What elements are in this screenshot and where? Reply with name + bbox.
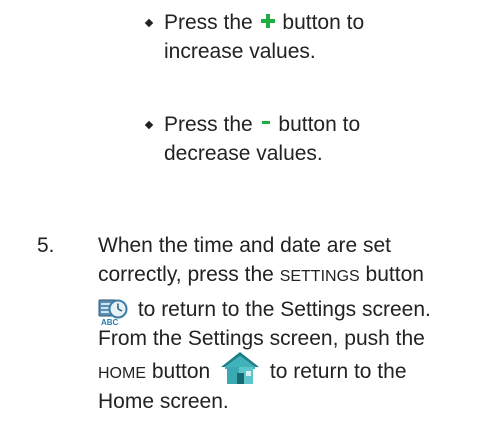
settings-button-label: SETTINGS [279, 268, 360, 285]
step-line-2-post: button [365, 263, 424, 286]
bullet-text: Press the button to decrease values. [164, 110, 484, 168]
home-icon [220, 351, 260, 385]
step-line-5-mid: button [151, 360, 211, 383]
step-line-2: correctly, press the SETTINGS button [98, 260, 492, 291]
step-line-4: From the Settings screen, push the [98, 327, 425, 350]
step-body: When the time and date are set correctly… [98, 231, 492, 416]
bullet-before-text: Press the [164, 11, 253, 34]
step-line-2-pre: correctly, press the [98, 263, 274, 286]
bullet-after-text: button to [282, 11, 365, 34]
bullet-diamond-icon [144, 120, 154, 130]
bullet-line2-text: increase values. [164, 40, 316, 63]
bullet-after-text: button to [278, 113, 361, 136]
step-line-1: When the time and date are set [98, 234, 392, 257]
bullet-before-text: Press the [164, 113, 253, 136]
bullet-line2-text: decrease values. [164, 142, 323, 165]
bullet-diamond-icon [144, 18, 154, 28]
step-number: 5. [37, 234, 55, 257]
home-button-label: HOME [98, 365, 146, 382]
svg-text:ABC: ABC [101, 318, 119, 326]
bullet-text: Press the button to increase values. [164, 8, 484, 66]
step-line-5-post: to return to the [269, 360, 407, 383]
minus-icon [261, 117, 270, 127]
plus-icon [260, 14, 275, 29]
step-line-3-post: to return to the Settings screen. [137, 298, 431, 321]
instruction-page: Press the button to increase values. Pre… [0, 0, 499, 439]
settings-icon: ABC [98, 298, 128, 327]
